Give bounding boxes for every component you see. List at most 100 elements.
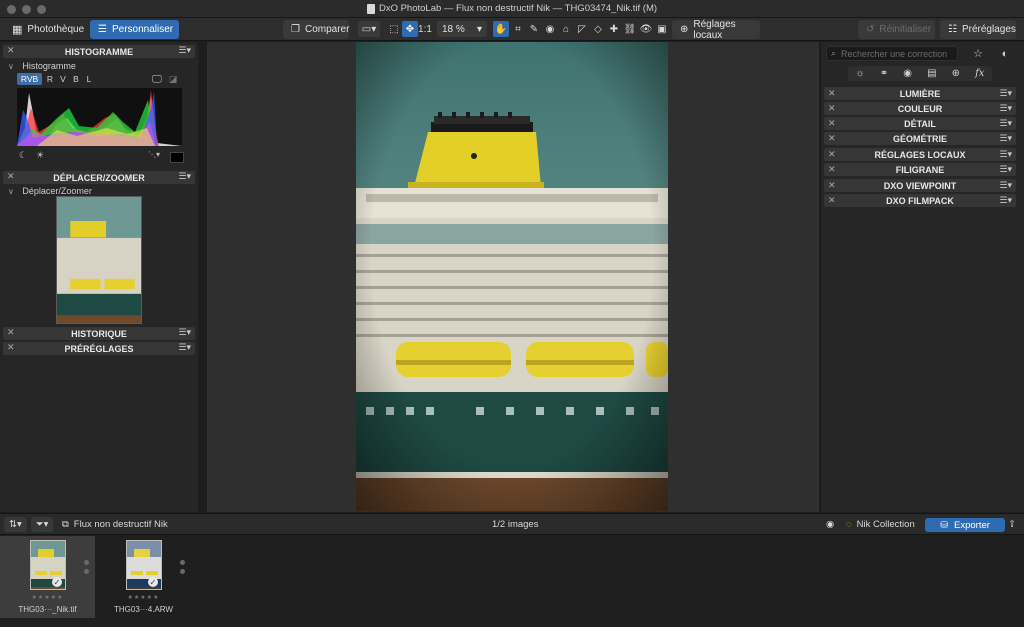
close-window-button[interactable] — [7, 5, 16, 14]
section-menu-icon[interactable]: ☰▾ — [999, 164, 1012, 175]
tab-phototheque[interactable]: ▦ Photothèque — [4, 20, 92, 39]
clipping-dropdown[interactable]: ⋱▾ — [148, 150, 160, 159]
section-menu-icon[interactable]: ☰▾ — [999, 133, 1012, 144]
move-zoom-section-header[interactable]: ✕ DÉPLACER/ZOOMER ☰▾ — [3, 171, 195, 184]
section-lumiere[interactable]: ✕ LUMIÈRE ☰▾ — [824, 87, 1016, 100]
reset-button[interactable]: ↺ Réinitialiser — [858, 20, 935, 39]
fx-icon[interactable]: fx — [975, 68, 984, 79]
history-section-header[interactable]: ✕ HISTORIQUE ☰▾ — [3, 327, 195, 340]
star-rating[interactable]: ★★★★★ — [0, 594, 95, 601]
close-icon[interactable]: ✕ — [7, 327, 15, 338]
section-menu-icon[interactable]: ☰▾ — [999, 103, 1012, 114]
thumbnail[interactable]: ✓ — [30, 540, 66, 590]
gamut-icon[interactable]: ◪ — [167, 73, 179, 85]
move-zoom-subheader[interactable]: ∨ Déplacer/Zoomer — [8, 186, 92, 196]
section-menu-icon[interactable]: ☰▾ — [999, 195, 1012, 206]
section-menu-icon[interactable]: ☰▾ — [178, 45, 191, 56]
histogram-section-header[interactable]: ✕ HISTOGRAMME ☰▾ — [3, 45, 195, 58]
correction-search-input[interactable]: ⌕ Rechercher une correction — [826, 46, 958, 61]
red-eye-tool[interactable]: ◉ — [542, 21, 558, 37]
window-controls[interactable] — [7, 5, 46, 14]
close-icon[interactable]: ✕ — [7, 45, 15, 56]
section-geometrie[interactable]: ✕ GÉOMÉTRIE ☰▾ — [824, 132, 1016, 145]
section-detail[interactable]: ✕ DÉTAIL ☰▾ — [824, 117, 1016, 130]
navigator-thumbnail[interactable] — [56, 196, 142, 324]
sun-icon[interactable]: ☼ — [856, 68, 865, 79]
close-icon[interactable]: ✕ — [828, 164, 836, 175]
section-menu-icon[interactable]: ☰▾ — [999, 149, 1012, 160]
filter-dropdown[interactable]: ⏷▾ — [31, 517, 54, 532]
minimize-window-button[interactable] — [22, 5, 31, 14]
view-mode-dropdown[interactable]: ▭▾ — [358, 21, 380, 37]
sort-dropdown[interactable]: ⇅▾ — [4, 517, 27, 532]
zoom-select[interactable]: 18 % ▾ — [437, 21, 487, 37]
distortion-tool[interactable]: ◇ — [590, 21, 606, 37]
ratio-1-1-button[interactable]: 1:1 — [417, 21, 433, 37]
close-icon[interactable]: ✕ — [828, 118, 836, 129]
close-icon[interactable]: ✕ — [828, 88, 836, 99]
sun-icon[interactable]: ☀ — [36, 150, 44, 161]
star-icon[interactable]: ☆ — [970, 46, 986, 61]
close-icon[interactable]: ✕ — [828, 133, 836, 144]
toggle-icon[interactable]: ◐ — [996, 46, 1014, 61]
export-button[interactable]: ⛁ Exporter — [925, 518, 1005, 532]
section-filigrane[interactable]: ✕ FILIGRANE ☰▾ — [824, 163, 1016, 176]
close-icon[interactable]: ✕ — [828, 103, 836, 114]
horizon-tool[interactable]: ◸ — [574, 21, 590, 37]
section-menu-icon[interactable]: ☰▾ — [178, 327, 191, 338]
close-icon[interactable]: ✕ — [7, 342, 15, 353]
zoom-window-button[interactable] — [37, 5, 46, 14]
channel-rvb[interactable]: RVB — [17, 73, 42, 85]
hand-tool[interactable]: ✋ — [493, 21, 509, 37]
close-icon[interactable]: ✕ — [828, 149, 836, 160]
move-tool[interactable]: ✥ — [402, 21, 418, 37]
repair-tool[interactable]: ✚ — [606, 21, 622, 37]
channel-b[interactable]: B — [70, 73, 82, 85]
color-icon[interactable]: ⚭ — [880, 68, 888, 79]
section-menu-icon[interactable]: ☰▾ — [999, 180, 1012, 191]
monitor-icon[interactable]: 🖵 — [151, 73, 163, 85]
clipping-color-swatch[interactable] — [170, 152, 184, 163]
close-icon[interactable]: ✕ — [7, 171, 15, 182]
geometry-icon[interactable]: ▤ — [927, 68, 936, 79]
detail-icon[interactable]: ◉ — [903, 68, 912, 79]
preview-tool[interactable]: 👁 — [638, 21, 654, 37]
compare-button[interactable]: ❐ Comparer — [283, 20, 349, 39]
moon-icon[interactable]: ☾ — [19, 150, 27, 161]
fit-view-tool[interactable]: ⬚ — [386, 21, 402, 37]
section-menu-icon[interactable]: ☰▾ — [178, 342, 191, 353]
color-tag-dots[interactable] — [180, 560, 186, 578]
share-icon[interactable]: ⇪ — [1008, 517, 1016, 532]
presets-section-header[interactable]: ✕ PRÉRÉGLAGES ☰▾ — [3, 342, 195, 355]
filmstrip-item[interactable]: ✓ ★★★★★ THG03···_Nik.tif — [0, 536, 95, 618]
mask-tool[interactable]: ▣ — [654, 21, 670, 37]
section-dxo-filmpack[interactable]: ✕ DXO FILMPACK ☰▾ — [824, 194, 1016, 207]
nik-collection-button[interactable]: ◌ Nik Collection — [846, 517, 915, 532]
main-photo[interactable] — [356, 42, 668, 511]
section-reglages-locaux[interactable]: ✕ RÉGLAGES LOCAUX ☰▾ — [824, 148, 1016, 161]
filmstrip-item[interactable]: ✓ ★★★★★ THG03···4.ARW — [96, 536, 191, 618]
tab-personnaliser[interactable]: ☰ Personnaliser — [90, 20, 179, 39]
channel-l[interactable]: L — [83, 73, 95, 85]
local-adjustments-button[interactable]: ⊕ Réglages locaux — [672, 19, 760, 41]
star-rating[interactable]: ★★★★★ — [96, 594, 191, 601]
channel-r[interactable]: R — [44, 73, 56, 85]
thumbnail[interactable]: ✓ — [126, 540, 162, 590]
section-couleur[interactable]: ✕ COULEUR ☰▾ — [824, 102, 1016, 115]
globe-icon[interactable]: ⊕ — [952, 68, 960, 79]
section-menu-icon[interactable]: ☰▾ — [999, 88, 1012, 99]
compare-side-icon[interactable]: ◉ — [826, 517, 834, 532]
clone-tool[interactable]: ⛓ — [622, 21, 638, 37]
section-dxo-viewpoint[interactable]: ✕ DXO VIEWPOINT ☰▾ — [824, 179, 1016, 192]
color-tag-dots[interactable] — [84, 560, 90, 578]
perspective-tool[interactable]: ⌂ — [558, 21, 574, 37]
section-menu-icon[interactable]: ☰▾ — [999, 118, 1012, 129]
presets-button[interactable]: ☷ Préréglages — [940, 20, 1016, 39]
section-menu-icon[interactable]: ☰▾ — [178, 171, 191, 182]
channel-v[interactable]: V — [57, 73, 69, 85]
eyedropper-tool[interactable]: ✎ — [526, 21, 542, 37]
close-icon[interactable]: ✕ — [828, 180, 836, 191]
close-icon[interactable]: ✕ — [828, 195, 836, 206]
histogram-subheader[interactable]: ∨ Histogramme — [8, 61, 76, 71]
crop-tool[interactable]: ⌗ — [510, 21, 526, 37]
